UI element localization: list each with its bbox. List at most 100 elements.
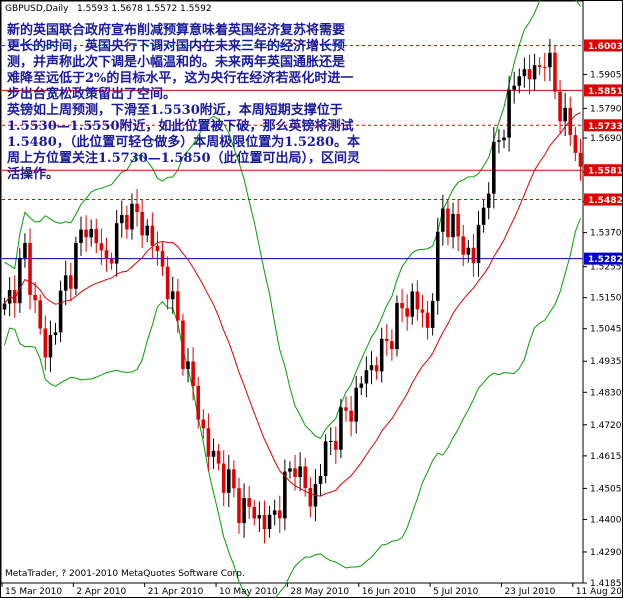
annotation-line: 活操作。 [7, 166, 59, 182]
price-level-label: 1.5282 [588, 255, 623, 265]
candle-body [196, 385, 200, 420]
candle-body [84, 229, 88, 238]
candle-body [247, 498, 251, 507]
candle-body [2, 303, 7, 310]
candle-body [395, 303, 399, 350]
candle-body [430, 300, 435, 328]
annotation-line: 步出台宽松政策留出了空间。 [7, 86, 176, 102]
chart-header-quote: 1.5593 1.5678 1.5572 1.5592 [77, 4, 212, 14]
x-tick-label: 23 Jul 2010 [504, 587, 555, 597]
candle-body [277, 510, 282, 519]
candle-body [466, 247, 471, 255]
candle-body [502, 137, 506, 141]
candle-body [385, 338, 389, 341]
candle-body [201, 419, 206, 429]
x-tick-label: 21 Apr 2010 [148, 587, 204, 597]
candle-body [216, 450, 221, 464]
candle-body [221, 463, 226, 493]
candle-body [374, 365, 379, 372]
candle-body [109, 259, 114, 264]
y-axis: 1.59051.57901.56901.55751.54751.53701.52… [583, 70, 622, 589]
candle-body [563, 107, 567, 122]
candle-body [578, 152, 583, 167]
y-tick-label: 1.4720 [590, 421, 622, 431]
candle-body [435, 231, 440, 301]
candle-body [344, 407, 348, 411]
candle-body [28, 242, 32, 295]
candle-body [252, 506, 257, 519]
candle-body [33, 294, 37, 301]
candle-body [114, 223, 119, 264]
candle-body [130, 203, 134, 230]
price-level-label: 1.6003 [588, 42, 623, 52]
candle-body [267, 514, 272, 530]
x-tick-label: 15 Mar 2010 [5, 587, 62, 597]
annotation-line: 新的英国联合政府宣布削减预算意味着英国经济复苏将需要 [7, 22, 345, 38]
chart-header-symbol: GBPUSD,Daily [5, 4, 69, 14]
candle-body [135, 203, 139, 212]
x-axis: 15 Mar 2010 2 Apr 2010 21 Apr 2010 10 May 2… [1, 583, 623, 597]
chart-window: 1.59051.57901.56901.55751.54751.53701.52… [0, 0, 623, 598]
price-level-label: 1.5581 [588, 167, 623, 177]
y-tick-label: 1.5045 [590, 325, 622, 335]
candle-body [420, 309, 425, 313]
annotation-line: 1.5530—1.5550附近，如此位置被下破，那么英镑将测试 [7, 118, 354, 134]
candle-body [379, 338, 384, 372]
candle-body [456, 213, 460, 237]
x-tick-label: 28 May 2010 [290, 587, 349, 597]
annotation-line: 1.5480，（此位置可轻仓做多）本周极限位置为1.5280。本 [7, 134, 360, 150]
candle-body [262, 515, 267, 530]
candle-body [486, 193, 491, 208]
annotation-line: 难降至远低于2%的目标水平，这为央行在经济若恶化时进一 [6, 70, 353, 86]
candle-body [43, 328, 48, 358]
candle-body [38, 300, 43, 329]
candle-body [211, 450, 216, 457]
candle-body [349, 410, 353, 422]
candle-body [303, 466, 308, 489]
candle-body [165, 266, 170, 300]
candle-body [328, 440, 333, 442]
y-tick-label: 1.5150 [590, 294, 622, 304]
y-tick-label: 1.4830 [590, 388, 622, 398]
candle-body [492, 141, 496, 194]
candle-body [553, 52, 557, 92]
candle-body [441, 208, 445, 232]
candle-body [410, 291, 415, 317]
candle-body [451, 213, 455, 238]
x-tick-label: 5 Jul 2010 [433, 587, 478, 597]
candle-body [283, 471, 287, 519]
candle-body [558, 91, 562, 122]
candle-body [181, 320, 185, 370]
candle-body [23, 242, 27, 258]
candle-body [339, 407, 343, 450]
candle-body [69, 275, 73, 289]
y-tick-label: 1.4290 [590, 548, 622, 558]
candle-body [145, 225, 150, 236]
candle-body [18, 257, 22, 304]
candle-body [446, 208, 450, 238]
candle-body [155, 245, 160, 252]
candle-body [191, 361, 195, 386]
candle-body [532, 65, 537, 80]
candle-body [206, 428, 211, 457]
candle-body [537, 65, 542, 67]
candle-body [186, 361, 190, 370]
candle-body [425, 312, 430, 328]
candle-body [364, 370, 369, 384]
candle-body [517, 76, 522, 86]
candle-body [507, 89, 511, 138]
y-tick-label: 1.5905 [590, 70, 622, 80]
copyright-text: MetaTrader, ? 2001-2010 MetaQuotes Softw… [5, 569, 245, 579]
y-tick-label: 1.4505 [590, 484, 622, 494]
candle-body [176, 291, 180, 321]
candle-body [405, 308, 409, 317]
candle-body [237, 488, 241, 524]
candlestick-chart: 1.59051.57901.56901.55751.54751.53701.52… [0, 0, 623, 598]
candle-body [242, 498, 246, 524]
candle-body [522, 69, 527, 77]
candle-body [58, 290, 63, 333]
candle-body [542, 66, 547, 68]
candle-body [293, 468, 297, 477]
candle-body [527, 69, 532, 80]
x-tick-label: 2 Apr 2010 [76, 587, 126, 597]
